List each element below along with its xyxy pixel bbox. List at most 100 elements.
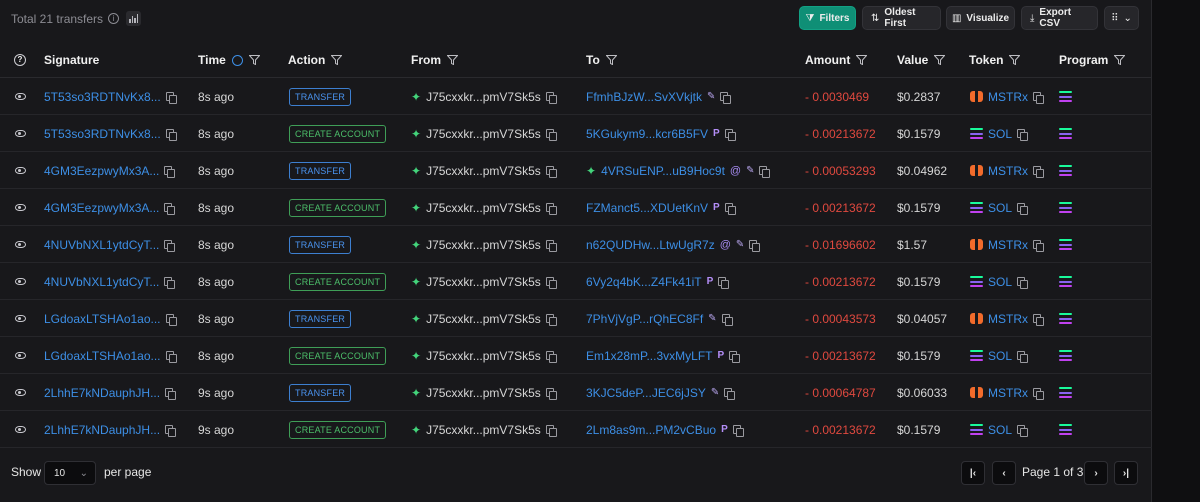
copy-icon[interactable] [545,387,557,400]
program-icon[interactable] [1059,239,1072,250]
copy-icon[interactable] [732,424,744,437]
copy-icon[interactable] [164,165,176,178]
to-address-link[interactable]: 6Vy2q4bK...Z4Fk41iT [586,275,702,289]
copy-icon[interactable] [165,313,177,326]
to-address-link[interactable]: Em1x28mP...3vxMyLFT [586,349,712,363]
column-options-button[interactable]: ⠿ ⌄ [1104,6,1139,30]
from-address[interactable]: J75cxxkr...pmV7Sk5s [426,275,541,289]
signature-link[interactable]: 4NUVbNXL1ytdCyT... [44,238,159,252]
copy-icon[interactable] [720,91,732,104]
token-link[interactable]: MSTRx [988,164,1028,178]
edit-icon[interactable]: ✎ [708,313,716,324]
token-link[interactable]: SOL [988,201,1012,215]
copy-icon[interactable] [164,239,176,252]
view-icon[interactable] [15,411,26,448]
view-icon[interactable] [15,337,26,374]
from-address[interactable]: J75cxxkr...pmV7Sk5s [426,238,541,252]
signature-link[interactable]: 5T53so3RDTNvKx8... [44,90,161,104]
view-icon[interactable] [15,152,26,189]
from-address[interactable]: J75cxxkr...pmV7Sk5s [426,201,541,215]
copy-icon[interactable] [759,165,771,178]
to-address-link[interactable]: 5KGukym9...kcr6B5FV [586,127,708,141]
program-icon[interactable] [1059,387,1072,398]
view-icon[interactable] [15,374,26,411]
copy-icon[interactable] [724,387,736,400]
copy-icon[interactable] [1017,128,1029,141]
filter-icon[interactable] [605,55,617,65]
copy-icon[interactable] [724,128,736,141]
copy-icon[interactable] [1017,276,1029,289]
copy-icon[interactable] [164,202,176,215]
help-icon[interactable]: ? [14,42,26,78]
copy-icon[interactable] [718,276,730,289]
copy-icon[interactable] [1033,387,1044,400]
table-row[interactable]: LGdoaxLTSHAo1ao... 8s ago CREATE ACCOUNT… [0,337,1152,374]
program-icon[interactable] [1059,165,1072,176]
token-link[interactable]: MSTRx [988,386,1028,400]
info-icon[interactable]: i [108,13,120,24]
filters-button[interactable]: ⧩ Filters [799,6,856,30]
from-address[interactable]: J75cxxkr...pmV7Sk5s [426,90,541,104]
copy-icon[interactable] [545,128,557,141]
table-row[interactable]: 5T53so3RDTNvKx8... 8s ago CREATE ACCOUNT… [0,115,1152,152]
copy-icon[interactable] [545,313,557,326]
table-row[interactable]: 4GM3EezpwyMx3A... 8s ago CREATE ACCOUNT … [0,189,1152,226]
copy-icon[interactable] [545,276,557,289]
copy-icon[interactable] [1033,313,1044,326]
copy-icon[interactable] [545,165,557,178]
signature-link[interactable]: 5T53so3RDTNvKx8... [44,127,161,141]
filter-icon[interactable] [331,55,343,65]
edit-icon[interactable]: ✎ [746,165,754,176]
edit-icon[interactable]: ✎ [736,239,744,250]
view-icon[interactable] [15,263,26,300]
from-address[interactable]: J75cxxkr...pmV7Sk5s [426,127,541,141]
visualize-button[interactable]: ▥ Visualize [946,6,1015,30]
col-to[interactable]: To [586,42,617,78]
view-icon[interactable] [15,189,26,226]
to-address-link[interactable]: FZManct5...XDUetKnV [586,201,708,215]
from-address[interactable]: J75cxxkr...pmV7Sk5s [426,349,541,363]
edit-icon[interactable]: ✎ [707,91,715,102]
next-page-button[interactable]: › [1084,461,1108,485]
filter-icon[interactable] [1114,55,1126,65]
copy-icon[interactable] [164,276,176,289]
signature-link[interactable]: LGdoaxLTSHAo1ao... [44,349,161,363]
table-row[interactable]: 5T53so3RDTNvKx8... 8s ago TRANSFER ✦ J75… [0,78,1152,115]
token-link[interactable]: SOL [988,127,1012,141]
view-icon[interactable] [15,78,26,115]
copy-icon[interactable] [1033,91,1044,104]
prev-page-button[interactable]: ‹ [992,461,1016,485]
to-address-link[interactable]: n62QUDHw...LtwUgR7z [586,238,715,252]
col-program[interactable]: Program [1059,42,1126,78]
view-icon[interactable] [15,300,26,337]
copy-icon[interactable] [545,424,557,437]
copy-icon[interactable] [545,91,557,104]
filter-icon[interactable] [248,55,260,65]
chart-icon[interactable] [126,11,142,26]
copy-icon[interactable] [1033,165,1044,178]
edit-icon[interactable]: ✎ [711,387,719,398]
copy-icon[interactable] [165,128,177,141]
col-amount[interactable]: Amount [805,42,868,78]
copy-icon[interactable] [165,350,177,363]
signature-link[interactable]: 4GM3EezpwyMx3A... [44,201,159,215]
from-address[interactable]: J75cxxkr...pmV7Sk5s [426,423,541,437]
copy-icon[interactable] [1033,239,1044,252]
last-page-button[interactable]: ›| [1114,461,1138,485]
copy-icon[interactable] [545,239,557,252]
token-link[interactable]: MSTRx [988,90,1028,104]
program-icon[interactable] [1059,128,1072,139]
copy-icon[interactable] [165,387,177,400]
filter-icon[interactable] [934,55,946,65]
to-address-link[interactable]: 4VRSuENP...uB9Hoc9t [601,164,725,178]
from-address[interactable]: J75cxxkr...pmV7Sk5s [426,164,541,178]
col-action[interactable]: Action [288,42,343,78]
page-size-select[interactable]: 10 ⌄ [44,461,96,485]
filter-icon[interactable] [447,55,458,65]
table-row[interactable]: 2LhhE7kNDauphJH... 9s ago TRANSFER ✦ J75… [0,374,1152,411]
table-row[interactable]: 4NUVbNXL1ytdCyT... 8s ago TRANSFER ✦ J75… [0,226,1152,263]
program-icon[interactable] [1059,313,1072,324]
program-icon[interactable] [1059,424,1072,435]
copy-icon[interactable] [1017,350,1029,363]
to-address-link[interactable]: FfmhBJzW...SvXVkjtk [586,90,702,104]
